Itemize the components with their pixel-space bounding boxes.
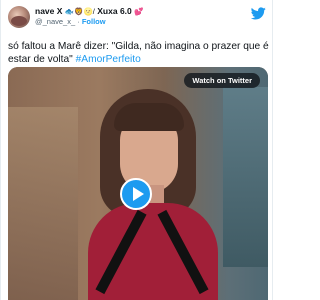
handle-row: @_nave_x_ · Follow xyxy=(35,17,246,27)
avatar[interactable] xyxy=(8,6,30,28)
watch-on-twitter-button[interactable]: Watch on Twitter xyxy=(184,73,260,88)
user-handle[interactable]: @_nave_x_ xyxy=(35,17,75,26)
display-name-suffix: Xuxa 6.0 xyxy=(97,6,132,16)
hashtag-link[interactable]: #AmorPerfeito xyxy=(76,54,141,65)
display-name-emojis: 🐟🦁🌝/ xyxy=(64,7,95,16)
display-name-text: nave X xyxy=(35,6,63,16)
display-name-suffix-emoji: 💕 xyxy=(134,7,144,16)
twitter-bird-icon[interactable] xyxy=(251,7,266,20)
follow-link[interactable]: Follow xyxy=(82,17,106,26)
play-icon xyxy=(133,187,144,201)
video-frame-shelf xyxy=(8,107,78,300)
video-frame-window xyxy=(223,87,268,267)
tweet-text: só faltou a Marê dizer: "Gilda, não imag… xyxy=(8,40,270,66)
video-frame-bangs xyxy=(114,103,184,131)
play-button[interactable] xyxy=(120,178,152,210)
video-player[interactable]: Watch on Twitter xyxy=(8,67,268,300)
tweet-header: nave X 🐟🦁🌝/ Xuxa 6.0 💕 @_nave_x_ · Follo… xyxy=(8,5,266,31)
user-block: nave X 🐟🦁🌝/ Xuxa 6.0 💕 @_nave_x_ · Follo… xyxy=(35,6,246,27)
display-name[interactable]: nave X 🐟🦁🌝/ Xuxa 6.0 💕 xyxy=(35,6,246,17)
handle-separator: · xyxy=(77,17,80,26)
tweet-card: nave X 🐟🦁🌝/ Xuxa 6.0 💕 @_nave_x_ · Follo… xyxy=(0,0,273,300)
